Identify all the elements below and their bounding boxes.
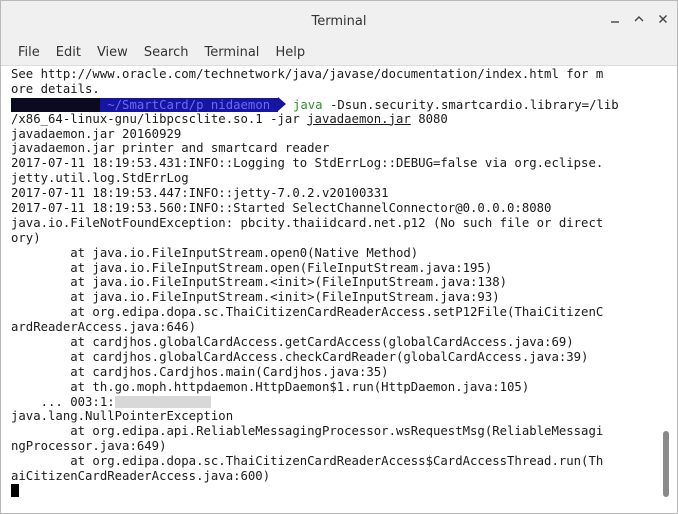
output-line: at cardjhos.globalCardAccess.checkCardRe… bbox=[11, 349, 589, 364]
menu-file[interactable]: File bbox=[1, 41, 48, 65]
output-line: at cardjhos.Cardjhos.main(Cardjhos.java:… bbox=[11, 364, 389, 379]
menu-terminal[interactable]: Terminal bbox=[196, 41, 267, 65]
output-line: aiCitizenCardReaderAccess.java:600) bbox=[11, 469, 271, 484]
output-line: at java.io.FileInputStream.<init>(FileIn… bbox=[11, 290, 500, 305]
output-line: 2017-07-11 18:19:53.447:INFO::jetty-7.0.… bbox=[11, 186, 389, 201]
jar-file: javadaemon.jar bbox=[307, 111, 411, 126]
maximize-icon[interactable] bbox=[633, 13, 645, 25]
output-line: See http://www.oracle.com/technetwork/ja… bbox=[11, 67, 604, 81]
command-args: -Dsun.security.smartcardio.library=/lib bbox=[322, 97, 619, 112]
output-line: at org.edipa.dopa.sc.ThaiCitizenCardRead… bbox=[11, 454, 604, 469]
output-line: ngProcessor.java:649) bbox=[11, 439, 167, 454]
output-line: javadaemon.jar 20160929 bbox=[11, 126, 182, 141]
output-line: javadaemon.jar printer and smartcard rea… bbox=[11, 141, 330, 156]
scrollbar-thumb[interactable] bbox=[663, 431, 669, 497]
output-line: at java.io.FileInputStream.open(FileInpu… bbox=[11, 260, 493, 275]
title-bar[interactable]: Terminal bbox=[1, 1, 677, 41]
port-arg: 8080 bbox=[410, 111, 448, 126]
command-args-cont: /x86_64-linux-gnu/libpcsclite.so.1 -jar bbox=[11, 111, 308, 126]
output-line: at org.edipa.dopa.sc.ThaiCitizenCardRead… bbox=[11, 305, 604, 320]
menu-search[interactable]: Search bbox=[136, 41, 197, 65]
output-line: java.lang.NullPointerException bbox=[11, 409, 234, 424]
cursor-line bbox=[11, 483, 659, 499]
output-line: at cardjhos.globalCardAccess.getCardAcce… bbox=[11, 335, 574, 350]
output-line: at th.go.moph.httpdaemon.HttpDaemon$1.ru… bbox=[11, 379, 530, 394]
output-line: at java.io.FileInputStream.open0(Native … bbox=[11, 245, 419, 260]
prompt-continuation: /x86_64-linux-gnu/libpcsclite.so.1 -jar … bbox=[11, 112, 659, 127]
menu-bar: File Edit View Search Terminal Help bbox=[1, 41, 677, 66]
window-title: Terminal bbox=[311, 13, 367, 29]
text-cursor bbox=[11, 483, 19, 497]
minimize-icon[interactable] bbox=[609, 13, 621, 25]
terminal-window: Terminal File Edit View Search Terminal … bbox=[0, 0, 678, 514]
output-line: ore details. bbox=[11, 81, 100, 96]
menu-edit[interactable]: Edit bbox=[48, 41, 89, 65]
output-line: 2017-07-11 18:19:53.560:INFO::Started Se… bbox=[11, 201, 552, 216]
menu-help[interactable]: Help bbox=[267, 41, 313, 65]
window-controls bbox=[609, 13, 669, 25]
output-line: at org.edipa.api.ReliableMessagingProces… bbox=[11, 424, 604, 439]
redacted-prefix: ... 003:1: bbox=[11, 394, 115, 409]
command-name: java bbox=[292, 97, 323, 112]
output-line: jetty.util.log.StdErrLog bbox=[11, 171, 189, 186]
prompt-arrow-icon bbox=[277, 96, 286, 111]
output-line: at java.io.FileInputStream.<init>(FileIn… bbox=[11, 275, 508, 290]
redacted-line: ... 003:1: bbox=[11, 395, 659, 410]
redacted-blur bbox=[114, 395, 211, 408]
terminal-output[interactable]: See http://www.oracle.com/technetwork/ja… bbox=[11, 67, 659, 507]
prompt-user-host bbox=[11, 97, 100, 112]
output-line: ory) bbox=[11, 230, 41, 245]
menu-view[interactable]: View bbox=[89, 41, 136, 65]
close-icon[interactable] bbox=[657, 13, 669, 25]
output-line: java.io.FileNotFoundException: pbcity.th… bbox=[11, 215, 604, 230]
prompt-line: ~/SmartCard/p nidaemon java -Dsun.securi… bbox=[11, 96, 659, 112]
output-line: 2017-07-11 18:19:53.431:INFO::Logging to… bbox=[11, 156, 604, 171]
prompt-path: ~/SmartCard/p nidaemon bbox=[99, 97, 278, 112]
output-line: ardReaderAccess.java:646) bbox=[11, 320, 197, 335]
